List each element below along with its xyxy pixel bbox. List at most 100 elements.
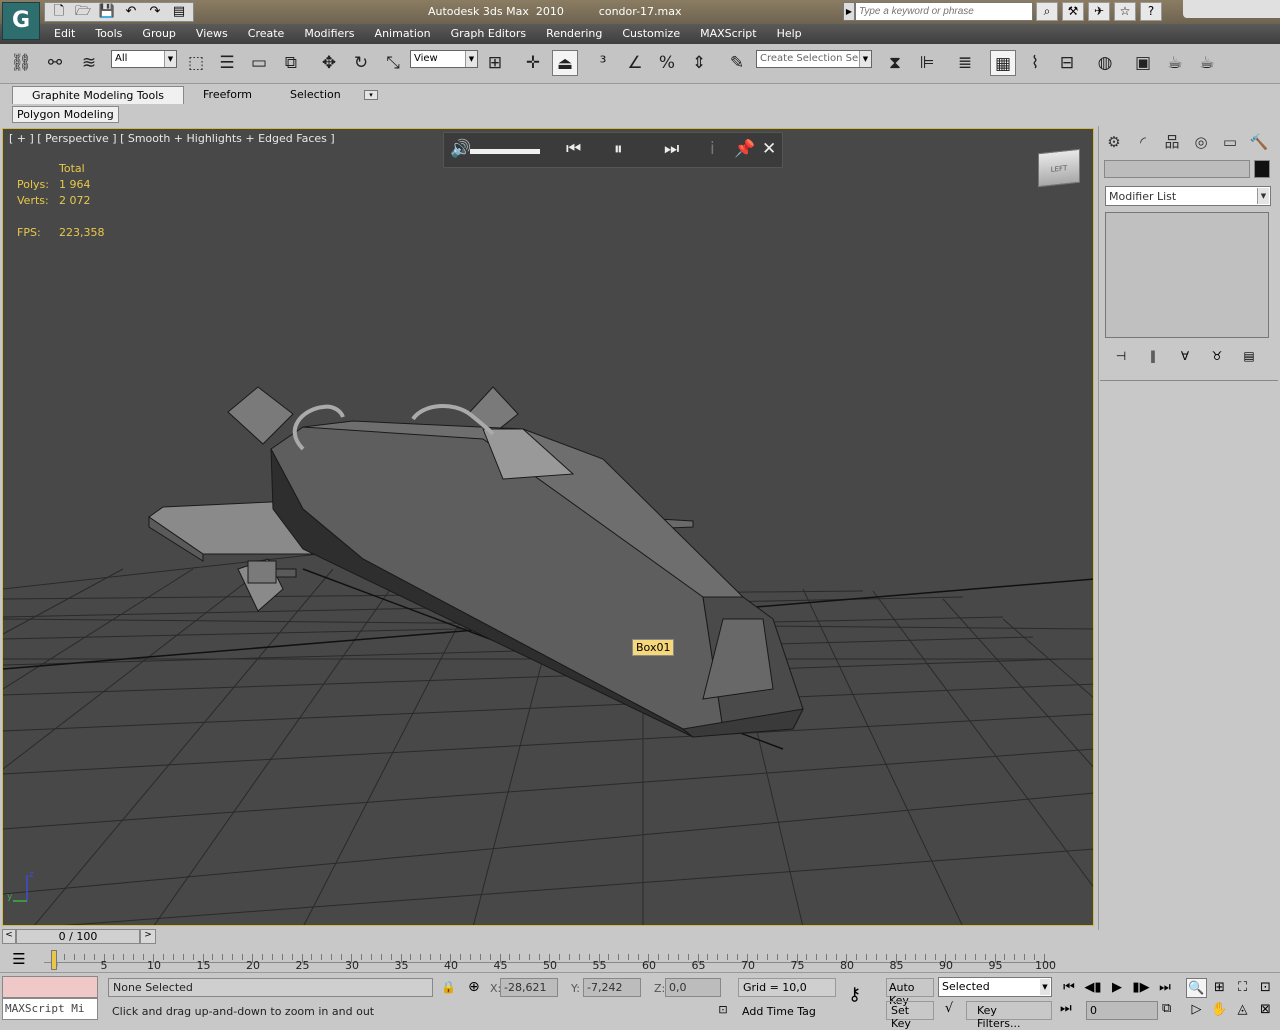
- hierarchy-icon[interactable]: 品: [1160, 130, 1184, 154]
- menu-item-help[interactable]: Help: [767, 27, 812, 40]
- remove-modifier-icon[interactable]: ♉: [1206, 346, 1228, 366]
- rectangular-selection-icon[interactable]: ▭: [246, 50, 272, 76]
- configure-modifier-sets-icon[interactable]: ▤: [1238, 346, 1260, 366]
- window-crossing-icon[interactable]: ⧉: [278, 50, 304, 76]
- help-icon[interactable]: ?: [1140, 2, 1162, 21]
- default-tangent-icon[interactable]: √: [938, 1001, 960, 1020]
- bookmark-icon[interactable]: ✈: [1088, 2, 1110, 21]
- select-object-icon[interactable]: ⬚: [183, 50, 209, 76]
- show-end-result-icon[interactable]: ‖: [1142, 346, 1164, 366]
- menu-item-animation[interactable]: Animation: [365, 27, 441, 40]
- volume-slider[interactable]: [470, 149, 540, 154]
- align-icon[interactable]: ⊫: [914, 50, 940, 76]
- tools-icon[interactable]: ⚒: [1062, 2, 1084, 21]
- menu-item-group[interactable]: Group: [132, 27, 186, 40]
- search-input[interactable]: [855, 2, 1033, 21]
- curve-editor-icon[interactable]: ⌇: [1022, 50, 1048, 76]
- time-configuration-icon[interactable]: ⧉: [1162, 1001, 1171, 1016]
- scene-canvas[interactable]: [3, 129, 1094, 926]
- ribbon-tab-freeform[interactable]: Freeform: [184, 86, 271, 104]
- select-manipulate-icon[interactable]: ✛: [520, 50, 546, 76]
- move-icon[interactable]: ✥: [316, 50, 342, 76]
- render-setup-icon[interactable]: ▣: [1130, 50, 1156, 76]
- menu-item-maxscript[interactable]: MAXScript: [690, 27, 766, 40]
- perspective-viewport[interactable]: [ + ] [ Perspective ] [ Smooth + Highlig…: [2, 128, 1094, 926]
- ribbon-tab-graphite-modeling-tools[interactable]: Graphite Modeling Tools: [12, 86, 185, 104]
- spinner-snap-icon[interactable]: ⇕: [686, 50, 712, 76]
- ribbon-tab-selection[interactable]: Selection: [271, 86, 360, 104]
- pin-icon[interactable]: 📌: [734, 139, 755, 159]
- save-icon[interactable]: 💾: [96, 3, 118, 21]
- maxscript-mini-listener[interactable]: MAXScript Mi: [2, 998, 98, 1020]
- star-icon[interactable]: ☆: [1114, 2, 1136, 21]
- angle-snap-icon[interactable]: ∠: [622, 50, 648, 76]
- named-selection-dropdown[interactable]: Create Selection Se ▼: [756, 50, 872, 68]
- viewport-label-menu[interactable]: [ + ] [ Perspective ] [ Smooth + Highlig…: [9, 132, 335, 145]
- time-slider-prev-button[interactable]: <: [2, 929, 16, 944]
- previous-frame-icon[interactable]: ◀▮: [1082, 978, 1104, 998]
- redo-icon[interactable]: ↷: [144, 3, 166, 21]
- go-to-start-icon[interactable]: ⏮: [1058, 978, 1080, 998]
- absolute-mode-icon[interactable]: ⊕: [468, 979, 480, 995]
- modifier-stack[interactable]: [1105, 212, 1269, 338]
- zoom-icon[interactable]: 🔍: [1186, 978, 1207, 998]
- menu-item-graph-editors[interactable]: Graph Editors: [441, 27, 537, 40]
- rotate-icon[interactable]: ↻: [348, 50, 374, 76]
- track-bar[interactable]: 0510152025303540455055606570758085909510…: [40, 948, 1094, 972]
- ribbon-options-button[interactable]: ▾: [364, 90, 378, 100]
- mirror-icon[interactable]: ⧗: [882, 50, 908, 76]
- keyboard-shortcut-override-icon[interactable]: ⏏: [552, 50, 578, 76]
- menu-item-modifiers[interactable]: Modifiers: [294, 27, 364, 40]
- info-icon[interactable]: i: [710, 139, 715, 159]
- x-coordinate-field[interactable]: -28,621: [500, 978, 558, 997]
- key-mode-dropdown[interactable]: Selected ▼: [938, 977, 1052, 997]
- open-mini-curve-editor-icon[interactable]: ☰: [6, 950, 32, 972]
- menu-item-views[interactable]: Views: [186, 27, 238, 40]
- current-frame-field[interactable]: 0: [1086, 1001, 1158, 1020]
- layer-manager-icon[interactable]: ≣: [952, 50, 978, 76]
- add-time-tag[interactable]: Add Time Tag: [738, 1003, 820, 1020]
- menu-item-rendering[interactable]: Rendering: [536, 27, 612, 40]
- snaps-toggle-icon[interactable]: ³: [590, 50, 616, 76]
- scale-icon[interactable]: ⤡: [380, 50, 406, 76]
- menu-item-tools[interactable]: Tools: [85, 27, 132, 40]
- lock-icon[interactable]: 🔒: [441, 980, 456, 994]
- set-key-button[interactable]: Set Key: [886, 1001, 934, 1030]
- graphite-toggle-icon[interactable]: ▦: [990, 50, 1016, 76]
- modifier-list-dropdown[interactable]: Modifier List ▼: [1105, 186, 1271, 206]
- key-mode-toggle-icon[interactable]: ⏭: [1060, 1001, 1072, 1016]
- object-name-field[interactable]: [1104, 160, 1250, 178]
- close-icon[interactable]: ✕: [762, 139, 776, 159]
- menu-item-customize[interactable]: Customize: [612, 27, 690, 40]
- speaker-icon[interactable]: 🔊: [450, 139, 471, 159]
- schematic-view-icon[interactable]: ⊟: [1054, 50, 1080, 76]
- maxscript-listener-output[interactable]: [2, 976, 98, 998]
- render-production-icon[interactable]: ☕: [1194, 50, 1220, 76]
- pan-icon[interactable]: ✋: [1209, 1000, 1230, 1020]
- field-of-view-icon[interactable]: ▷: [1186, 1000, 1207, 1020]
- key-filters-button[interactable]: Key Filters...: [966, 1001, 1052, 1030]
- skip-back-icon[interactable]: ⏮: [566, 139, 581, 159]
- y-coordinate-field[interactable]: -7,242: [583, 978, 641, 997]
- window-controls[interactable]: [1183, 0, 1280, 18]
- time-slider-thumb[interactable]: 0 / 100: [16, 929, 140, 944]
- display-icon[interactable]: ▭: [1218, 130, 1242, 154]
- binoculars-icon[interactable]: ⌕: [1036, 2, 1058, 21]
- object-color-swatch[interactable]: [1254, 160, 1270, 178]
- z-coordinate-field[interactable]: 0,0: [665, 978, 721, 997]
- menu-item-edit[interactable]: Edit: [44, 27, 85, 40]
- search-expand-button[interactable]: ▶: [843, 2, 855, 21]
- application-menu-button[interactable]: G: [2, 2, 40, 40]
- pivot-center-icon[interactable]: ⊞: [482, 50, 508, 76]
- percent-snap-icon[interactable]: %: [654, 50, 680, 76]
- select-by-name-icon[interactable]: ☰: [214, 50, 240, 76]
- select-link-icon[interactable]: ⛓: [8, 50, 34, 76]
- material-editor-icon[interactable]: ◍: [1092, 50, 1118, 76]
- go-to-end-icon[interactable]: ⏭: [1154, 978, 1176, 998]
- command-panel-rollout-area[interactable]: [1100, 380, 1278, 928]
- make-unique-icon[interactable]: ∀: [1174, 346, 1196, 366]
- viewcube[interactable]: LEFT: [1038, 148, 1080, 188]
- selection-filter-dropdown[interactable]: All ▼: [111, 50, 177, 68]
- edit-named-selection-icon[interactable]: ✎: [724, 50, 750, 76]
- skip-forward-icon[interactable]: ⏭: [664, 139, 679, 159]
